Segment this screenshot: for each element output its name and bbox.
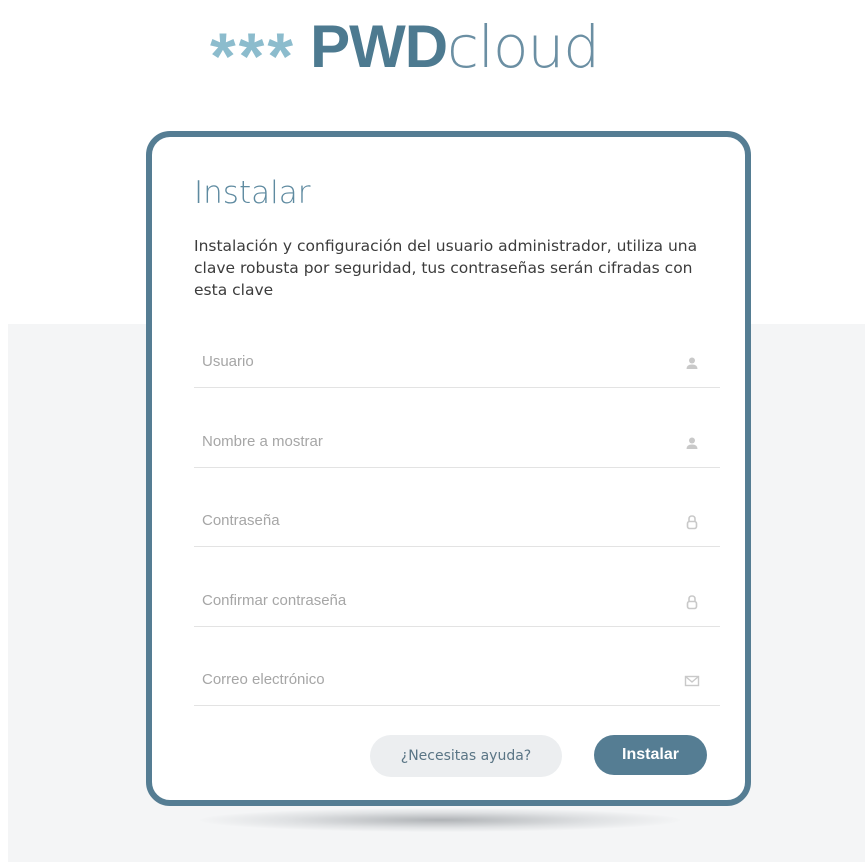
logo-stars: ***: [210, 19, 297, 93]
install-card: Instalar Instalación y configuración del…: [146, 131, 751, 806]
email-field: [194, 659, 720, 706]
card-shadow: [200, 808, 680, 832]
logo-wordmark-pwd: PWD: [310, 13, 448, 80]
password-input[interactable]: [194, 500, 682, 540]
user-icon: [686, 357, 698, 369]
app-logo: *** PWD cloud: [210, 6, 600, 93]
display-name-field: [194, 421, 720, 468]
install-button[interactable]: Instalar: [594, 735, 707, 775]
username-field: [194, 341, 720, 388]
password-field: [194, 500, 720, 547]
email-input[interactable]: [194, 659, 682, 699]
envelope-icon: [684, 675, 700, 687]
user-icon: [686, 437, 698, 449]
confirm-password-input[interactable]: [194, 580, 682, 620]
lock-icon: [686, 515, 698, 530]
help-button[interactable]: ¿Necesitas ayuda?: [370, 735, 562, 777]
display-name-input[interactable]: [194, 421, 682, 461]
confirm-password-field: [194, 580, 720, 627]
install-description: Instalación y configuración del usuario …: [194, 237, 698, 299]
logo-wordmark-cloud: cloud: [447, 13, 600, 81]
page-title: Instalar: [194, 175, 311, 211]
username-input[interactable]: [194, 341, 682, 381]
lock-icon: [686, 595, 698, 610]
